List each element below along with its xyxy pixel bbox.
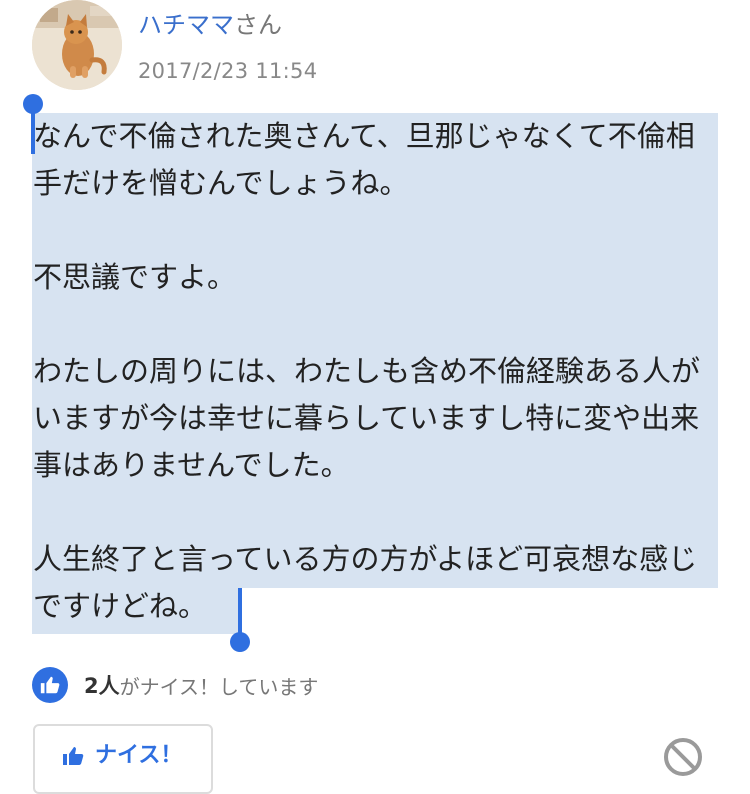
post-paragraph-spacer bbox=[33, 207, 719, 254]
thumbs-up-badge bbox=[32, 667, 68, 703]
selection-start-handle[interactable] bbox=[23, 94, 43, 114]
author-honorific: さん bbox=[234, 11, 282, 39]
selection-end-handle[interactable] bbox=[230, 632, 250, 652]
post-paragraph-spacer bbox=[33, 489, 719, 536]
thumbs-up-icon bbox=[40, 676, 60, 694]
post-paragraph: なんで不倫された奥さんて、旦那じゃなくて不倫相手だけを憎むんでしょうね。 bbox=[33, 119, 695, 200]
author-name[interactable]: ハチママさん bbox=[138, 10, 282, 40]
post-timestamp: 2017/2/23 11:54 bbox=[138, 59, 318, 83]
selection-end-handle-bar[interactable] bbox=[238, 588, 242, 636]
post-body[interactable]: なんで不倫された奥さんて、旦那じゃなくて不倫相手だけを憎むんでしょうね。 不思議… bbox=[33, 113, 719, 630]
thumbs-up-icon bbox=[63, 747, 84, 765]
cat-photo-icon bbox=[32, 0, 122, 90]
prohibited-icon[interactable] bbox=[662, 736, 704, 778]
post-paragraph: 人生終了と言っている方の方がよほど可哀想な感じですけどね。 bbox=[33, 542, 698, 623]
nice-count: 2人 bbox=[84, 674, 120, 698]
avatar[interactable] bbox=[32, 0, 122, 90]
nice-summary-text: がナイス！しています bbox=[119, 674, 319, 699]
nice-button[interactable]: ナイス！ bbox=[33, 724, 213, 794]
post-paragraph: 不思議ですよ。 bbox=[33, 260, 237, 294]
author-name-text[interactable]: ハチママ bbox=[138, 11, 234, 39]
selection-start-handle-bar[interactable] bbox=[31, 108, 35, 154]
post-paragraph: わたしの周りには、わたしも含め不倫経験ある人がいますが今は幸せに暮らしていますし… bbox=[33, 354, 701, 482]
nice-summary: 2人 がナイス！しています bbox=[32, 666, 318, 704]
post-paragraph-spacer bbox=[33, 301, 719, 348]
nice-button-label: ナイス！ bbox=[95, 743, 183, 768]
